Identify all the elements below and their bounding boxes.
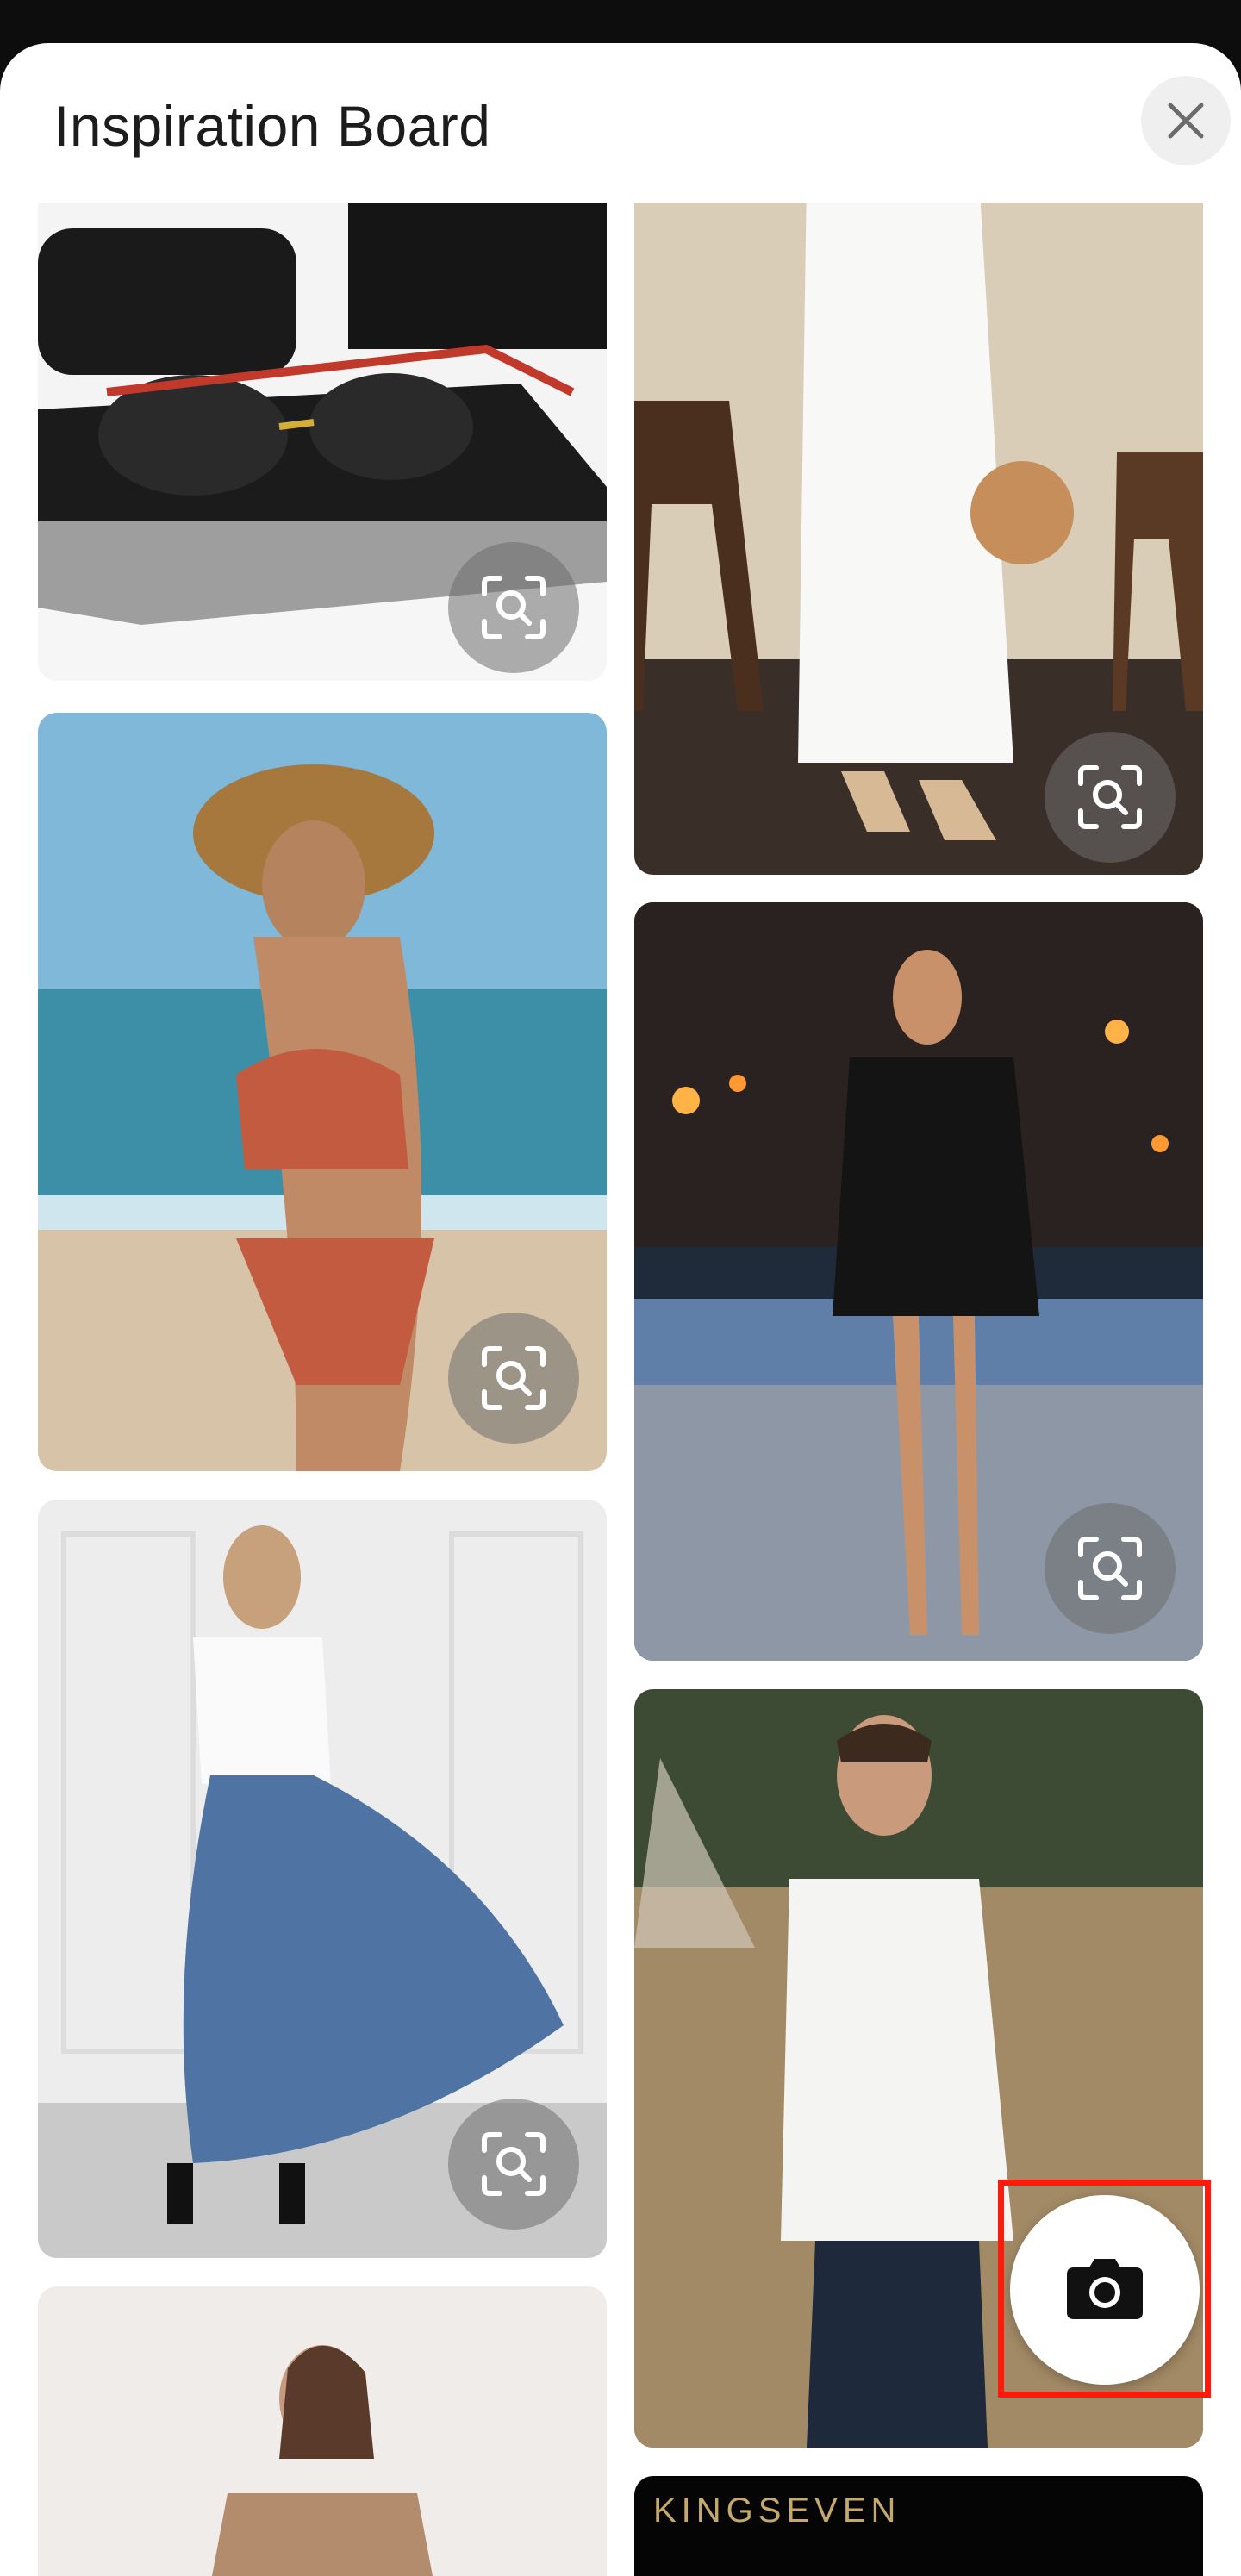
visual-search-icon [482,2132,546,2196]
visual-search-button[interactable] [1045,732,1176,863]
visual-search-button[interactable] [1045,1503,1176,1634]
image-card-white-dress[interactable] [634,203,1203,875]
inspiration-sheet: Inspiration Board KINGSEVEN [0,43,1241,2576]
image-card-tan-top[interactable] [38,2286,607,2576]
brand-banner-card[interactable]: KINGSEVEN [634,2476,1203,2576]
status-bar [0,0,1241,45]
close-button[interactable] [1141,76,1231,165]
image-card-sunglasses[interactable] [38,203,607,681]
image-card-bikini[interactable] [38,713,607,1471]
camera-icon [1067,2259,1143,2319]
visual-search-button[interactable] [448,2099,579,2230]
page-title: Inspiration Board [53,94,491,158]
image-card-sequin-blazer[interactable] [634,902,1203,1661]
visual-search-icon [482,576,546,639]
sheet-header: Inspiration Board [0,43,1241,203]
visual-search-icon [1078,765,1142,829]
camera-button[interactable] [1010,2195,1200,2385]
visual-search-icon [1078,1537,1142,1600]
visual-search-icon [482,1346,546,1410]
visual-search-button[interactable] [448,1313,579,1444]
tan-top-photo [38,2286,607,2576]
visual-search-button[interactable] [448,542,579,673]
close-icon [1168,103,1204,139]
image-card-blue-skirt[interactable] [38,1500,607,2258]
brand-logo-text: KINGSEVEN [653,2492,901,2529]
